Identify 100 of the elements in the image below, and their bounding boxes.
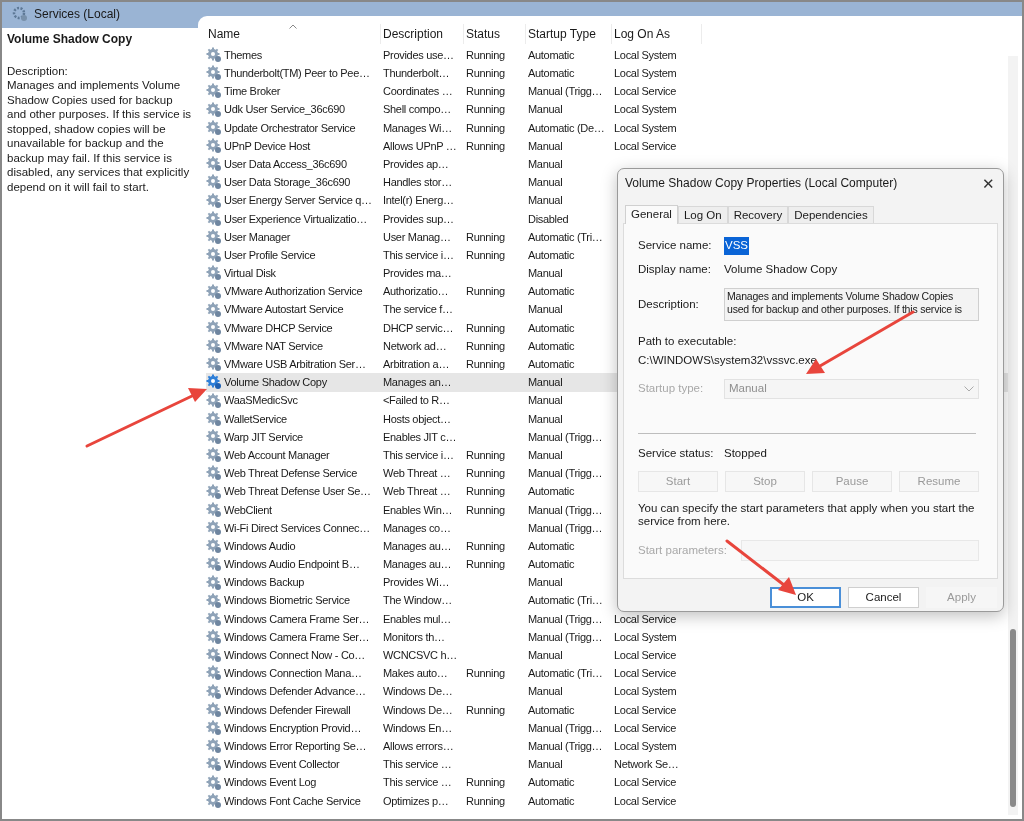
- table-cell: DHCP servic…: [383, 321, 454, 334]
- table-cell: Enables JIT c…: [383, 430, 457, 443]
- dialog-button[interactable]: OK: [770, 587, 841, 608]
- table-cell: Running: [466, 794, 505, 807]
- gear-icon: [206, 283, 222, 300]
- column-header[interactable]: Status: [464, 24, 526, 44]
- table-cell: Web Threat …: [383, 485, 451, 498]
- service-row[interactable]: Windows Defender Firewall Windows De… Running Automatic Local Service: [206, 700, 1008, 719]
- table-cell-text: WalletService: [224, 411, 287, 427]
- gear-icon: [12, 6, 28, 22]
- table-cell-text: User Energy Server Service q…: [224, 193, 372, 209]
- table-cell: Windows En…: [383, 721, 452, 734]
- service-row[interactable]: User Data Access_36c690 Provides ap… Manual: [206, 155, 1008, 174]
- table-cell: Running: [466, 485, 505, 498]
- service-row[interactable]: Time Broker Coordinates … Running Manual (Trigg… Local Service: [206, 82, 1008, 101]
- table-cell: Handles stor…: [383, 176, 452, 189]
- service-row[interactable]: Themes Provides use… Running Automatic Local System: [206, 46, 1008, 65]
- table-cell: Provides Wi…: [383, 576, 450, 589]
- gear-icon: [206, 683, 222, 700]
- table-cell: Provides use…: [383, 48, 454, 61]
- service-row[interactable]: Windows Camera Frame Ser… Enables mul… Manual (Trigg… Local Service: [206, 609, 1008, 628]
- table-cell: Manual (Trigg…: [528, 85, 603, 98]
- gear-icon: [206, 701, 222, 718]
- table-cell-text: Thunderbolt(TM) Peer to Pee…: [224, 66, 370, 82]
- gear-icon: [206, 319, 222, 336]
- gear-icon: [206, 138, 222, 155]
- table-cell: Running: [466, 285, 505, 298]
- table-cell-text: Themes: [224, 47, 262, 63]
- service-row[interactable]: Windows Connect Now - Co… WCNCSVC h… Manual Local Service: [206, 646, 1008, 665]
- gear-icon: [206, 429, 222, 446]
- service-row[interactable]: Update Orchestrator Service Manages Wi… Running Automatic (De… Local System: [206, 118, 1008, 137]
- service-row[interactable]: VMware DHCP Service DHCP servic… Running Automatic: [206, 318, 1008, 337]
- table-cell: Automatic: [528, 285, 575, 298]
- service-status-value: Stopped: [724, 445, 767, 461]
- scrollbar-thumb[interactable]: [1010, 629, 1016, 807]
- tab[interactable]: Log On: [677, 206, 728, 223]
- table-cell: Manual: [528, 376, 563, 389]
- table-cell: Hosts object…: [383, 412, 451, 425]
- table-cell: Local Service: [614, 703, 677, 716]
- table-cell: This service i…: [383, 248, 454, 261]
- service-row[interactable]: Windows Event Log This service … Running Automatic Local Service: [206, 773, 1008, 792]
- service-row[interactable]: Windows Defender Advance… Windows De… Manual Local System: [206, 682, 1008, 701]
- table-cell: This service i…: [383, 448, 454, 461]
- table-cell: User Manag…: [383, 230, 451, 243]
- column-header[interactable]: Name: [206, 24, 381, 44]
- service-row[interactable]: Windows Event Collector This service … Manual Network Se…: [206, 755, 1008, 774]
- table-cell-text: Windows Backup: [224, 575, 305, 591]
- table-cell: Running: [466, 667, 505, 680]
- service-row[interactable]: WalletService Hosts object… Manual: [206, 409, 1008, 428]
- gear-icon: [206, 665, 222, 682]
- column-header[interactable]: Log On As: [612, 24, 702, 44]
- table-cell: Shell compo…: [383, 103, 451, 116]
- table-cell: This service …: [383, 776, 452, 789]
- table-cell-text: Windows Event Log: [224, 775, 317, 791]
- tab[interactable]: Recovery: [727, 206, 789, 223]
- table-cell-text: Time Broker: [224, 84, 281, 100]
- table-cell: Manual (Trigg…: [528, 467, 603, 480]
- table-cell-text: Windows Font Cache Service: [224, 793, 361, 809]
- table-cell-text: User Experience Virtualizatio…: [224, 211, 368, 227]
- table-cell-text: WebClient: [224, 502, 272, 518]
- field-label: Path to executable:: [638, 334, 738, 349]
- table-cell: Disabled: [528, 212, 569, 225]
- service-row[interactable]: Windows Camera Frame Ser… Monitors th… Manual (Trigg… Local System: [206, 628, 1008, 647]
- tab[interactable]: Dependencies: [788, 206, 874, 223]
- table-cell: Network ad…: [383, 339, 447, 352]
- table-cell: Local Service: [614, 612, 677, 625]
- service-row[interactable]: Warp JIT Service Enables JIT c… Manual (Trigg…: [206, 427, 1008, 447]
- service-row[interactable]: Windows Error Reporting Se… Allows errors… Manual (Trigg… Local System: [206, 737, 1008, 756]
- service-row[interactable]: Windows Connection Mana… Makes auto… Running Automatic (Tri… Local Service: [206, 664, 1008, 683]
- service-row[interactable]: Udk User Service_36c690 Shell compo… Running Manual Local System: [206, 100, 1008, 119]
- scrollbar[interactable]: [1008, 56, 1018, 815]
- table-cell: Monitors th…: [383, 630, 445, 643]
- dialog-button[interactable]: Cancel: [848, 587, 919, 608]
- service-row[interactable]: Windows Font Cache Service Optimizes p… Running Automatic Local Service: [206, 791, 1008, 810]
- column-header[interactable]: Description: [381, 24, 464, 44]
- column-header[interactable]: Startup Type: [526, 24, 612, 44]
- tab[interactable]: General: [625, 205, 678, 224]
- service-row[interactable]: Thunderbolt(TM) Peer to Pee… Thunderbolt… Running Automatic Local System: [206, 64, 1008, 83]
- table-cell-text: User Manager: [224, 229, 291, 245]
- service-row[interactable]: UPnP Device Host Allows UPnP … Running Manual Local Service: [206, 136, 1008, 156]
- field-label: Description:: [638, 297, 700, 312]
- gear-icon: [206, 247, 222, 264]
- gear-icon: [206, 483, 222, 500]
- gear-icon: [206, 574, 222, 591]
- table-cell: Makes auto…: [383, 667, 448, 680]
- table-cell-text: Wi-Fi Direct Services Connec…: [224, 520, 370, 536]
- gear-icon: [206, 519, 222, 536]
- field-label: Service status:: [638, 445, 715, 461]
- description-label: Description:: [7, 63, 69, 78]
- service-row[interactable]: Windows Audio Endpoint B… Manages au… Running Automatic: [206, 555, 1008, 574]
- table-cell: Local Service: [614, 776, 677, 789]
- table-cell: <Failed to R…: [383, 394, 450, 407]
- table-cell: Automatic: [528, 48, 575, 61]
- close-button[interactable]: ✕: [982, 175, 995, 191]
- path-value: C:\WINDOWS\system32\vssvc.exe: [638, 353, 818, 369]
- table-cell-text: Virtual Disk: [224, 266, 276, 282]
- service-row[interactable]: Windows Encryption Provid… Windows En… Manual (Trigg… Local Service: [206, 718, 1008, 738]
- table-cell: Manages au…: [383, 558, 452, 571]
- table-cell: Enables Win…: [383, 503, 453, 516]
- table-cell: Manual: [528, 176, 563, 189]
